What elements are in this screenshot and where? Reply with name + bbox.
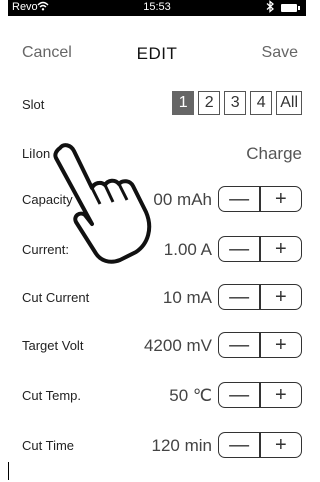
increment-button[interactable]: + (261, 383, 301, 407)
decrement-button[interactable]: — (219, 237, 259, 261)
target-volt-stepper: — + (218, 332, 302, 358)
setting-value: 50 ℃ (169, 386, 212, 405)
slot-button-4[interactable]: 4 (250, 91, 273, 115)
slot-selector: 1 2 3 4 All (172, 91, 302, 115)
setting-value: 4200 mV (143, 336, 212, 355)
cut-time-stepper: — + (218, 432, 302, 458)
cut-temp-stepper: — + (218, 382, 302, 408)
setting-label: Cut Temp. (22, 388, 82, 403)
increment-button[interactable]: + (261, 285, 301, 309)
slot-row: Slot 1 2 3 4 All (8, 88, 306, 120)
decrement-button[interactable]: — (219, 333, 259, 357)
nav-bar: Cancel EDIT Save (8, 44, 306, 68)
setting-label: Target Volt (22, 338, 84, 353)
slot-button-2[interactable]: 2 (198, 91, 221, 115)
current-stepper: — + (218, 236, 302, 262)
slot-button-3[interactable]: 3 (224, 91, 247, 115)
battery-type-label[interactable]: LiIon (22, 146, 50, 161)
setting-value: 10 mA (162, 288, 212, 307)
decrement-button[interactable]: — (219, 285, 259, 309)
pointing-hand-icon (50, 140, 170, 275)
increment-button[interactable]: + (261, 237, 301, 261)
increment-button[interactable]: + (261, 333, 301, 357)
setting-value: 1.00 A (163, 240, 212, 259)
screen-edge-line (8, 462, 9, 480)
decrement-button[interactable]: — (219, 187, 259, 211)
clock: 15:53 (143, 1, 171, 13)
battery-icon (281, 4, 300, 12)
setting-value: 120 min (151, 436, 212, 455)
target-volt-row: Target Volt 4200 mV — + (8, 330, 306, 362)
decrement-button[interactable]: — (219, 383, 259, 407)
save-button[interactable]: Save (262, 44, 298, 62)
slot-button-1[interactable]: 1 (172, 91, 195, 115)
cut-temp-row: Cut Temp. 50 ℃ — + (8, 380, 306, 412)
setting-label: Cut Current (22, 290, 90, 305)
slot-label: Slot (22, 97, 45, 112)
status-bar: Revo 15:53 (8, 0, 306, 16)
cut-current-row: Cut Current 10 mA — + (8, 282, 306, 314)
bluetooth-icon (266, 0, 274, 16)
cut-time-row: Cut Time 120 min — + (8, 430, 306, 462)
mode-value[interactable]: Charge (246, 144, 302, 164)
capacity-stepper: — + (218, 186, 302, 212)
increment-button[interactable]: + (261, 187, 301, 211)
increment-button[interactable]: + (261, 433, 301, 457)
slot-button-all[interactable]: All (276, 91, 302, 115)
decrement-button[interactable]: — (219, 433, 259, 457)
setting-label: Cut Time (22, 438, 75, 453)
cut-current-stepper: — + (218, 284, 302, 310)
